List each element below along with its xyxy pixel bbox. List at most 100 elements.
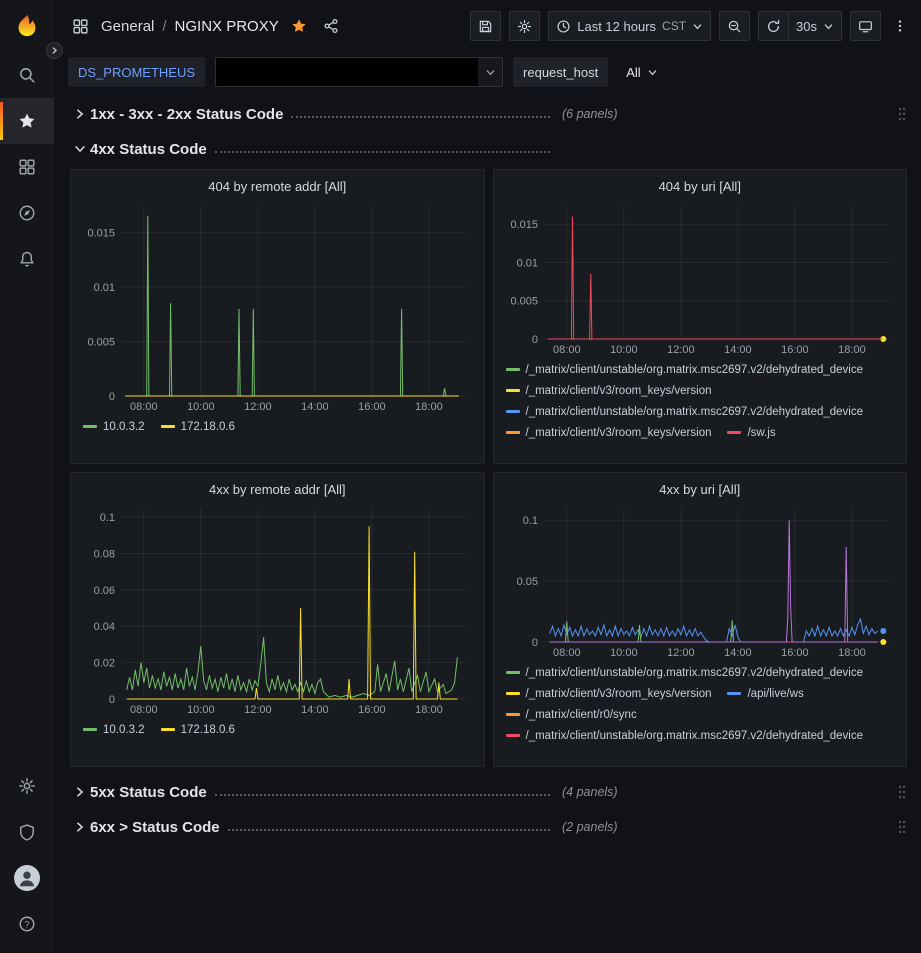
chevron-right-icon [50,46,59,55]
legend-color-swatch [506,368,520,371]
sidebar-item-explore[interactable] [0,190,54,236]
legend-item[interactable]: 10.0.3.2 [83,719,145,739]
grafana-logo[interactable] [0,0,54,52]
svg-text:0.01: 0.01 [516,257,537,269]
svg-text:0.05: 0.05 [516,576,537,588]
row-dotted-leader [215,151,550,153]
row-drag-handle-icon[interactable] [897,784,907,800]
shield-icon [18,823,36,841]
svg-text:10:00: 10:00 [610,647,638,659]
chart-legend: 10.0.3.2 172.18.0.6 [81,717,474,739]
refresh-button[interactable] [758,11,788,41]
chart-404-by-uri[interactable]: 00.0050.010.01508:0010:0012:0014:0016:00… [504,199,897,357]
legend-label: /_matrix/client/v3/room_keys/version [526,427,712,439]
legend-item[interactable]: /sw.js [727,422,775,441]
panel-title[interactable]: 404 by uri [All] [504,175,897,199]
legend-label: /_matrix/client/unstable/org.matrix.msc2… [526,730,864,742]
legend-color-swatch [506,410,520,413]
legend-item[interactable]: /_matrix/client/v3/room_keys/version [506,422,712,441]
legend-label: /_matrix/client/unstable/org.matrix.msc2… [526,667,864,679]
svg-text:?: ? [24,919,29,929]
gear-icon [517,19,532,34]
sidebar-expand-button[interactable] [46,42,63,59]
legend-item[interactable]: /_matrix/client/unstable/org.matrix.msc2… [506,401,864,422]
row-title: 1xx - 3xx - 2xx Status Code [90,106,283,123]
favorite-star-button[interactable] [287,14,311,38]
svg-text:10:00: 10:00 [187,704,215,716]
avatar [14,865,40,891]
svg-text:0.06: 0.06 [94,585,115,597]
panel-title[interactable]: 4xx by remote addr [All] [81,478,474,502]
legend-color-swatch [161,728,175,731]
legend-item[interactable]: /_matrix/client/v3/room_keys/version [506,380,712,401]
breadcrumb-section[interactable]: General [101,18,154,35]
legend-item[interactable]: 10.0.3.2 [83,416,145,436]
row-drag-handle-icon[interactable] [897,819,907,835]
svg-text:08:00: 08:00 [553,344,581,356]
row-header-5xx[interactable]: 5xx Status Code (4 panels) [70,777,907,807]
save-dashboard-button[interactable] [470,11,501,41]
legend-item[interactable]: 172.18.0.6 [161,416,235,436]
row-header-4xx[interactable]: 4xx Status Code [70,134,907,164]
sidebar-item-dashboards[interactable] [0,144,54,190]
legend-color-swatch [727,431,741,434]
legend-label: /_matrix/client/unstable/org.matrix.msc2… [526,364,864,376]
sidebar-item-search[interactable] [0,52,54,98]
chart-404-by-remote-addr[interactable]: 00.0050.010.01508:0010:0012:0014:0016:00… [81,199,474,414]
tv-mode-button[interactable] [850,11,881,41]
svg-text:08:00: 08:00 [130,401,158,413]
dashboard-settings-button[interactable] [509,11,540,41]
legend-color-swatch [506,431,520,434]
time-range-picker[interactable]: Last 12 hours CST [548,11,711,41]
question-circle-icon: ? [18,915,36,933]
monitor-icon [858,19,873,34]
legend-item[interactable]: /_matrix/client/unstable/org.matrix.msc2… [506,662,864,683]
sidebar-item-profile[interactable] [0,855,54,901]
svg-text:0.015: 0.015 [87,227,115,239]
sidebar-item-help[interactable]: ? [0,901,54,947]
datasource-variable-select[interactable] [215,57,503,87]
row-drag-handle-icon[interactable] [897,106,907,122]
svg-text:10:00: 10:00 [187,401,215,413]
share-button[interactable] [319,14,343,38]
row-dotted-leader [228,829,550,831]
compass-icon [18,204,36,222]
svg-text:18:00: 18:00 [415,401,443,413]
row-header-6xx[interactable]: 6xx > Status Code (2 panels) [70,812,907,842]
legend-item[interactable]: /_matrix/client/unstable/org.matrix.msc2… [506,725,864,744]
row-header-1xx-3xx-2xx[interactable]: 1xx - 3xx - 2xx Status Code (6 panels) [70,99,907,129]
row-title: 4xx Status Code [90,141,207,158]
zoom-out-button[interactable] [719,11,750,41]
legend-item[interactable]: 172.18.0.6 [161,719,235,739]
chart-4xx-by-remote-addr[interactable]: 00.020.040.060.080.108:0010:0012:0014:00… [81,502,474,717]
panel-title[interactable]: 404 by remote addr [All] [81,175,474,199]
legend-item[interactable]: /_matrix/client/v3/room_keys/version [506,683,712,704]
chevron-down-icon [70,143,90,155]
legend-item[interactable]: /_matrix/client/unstable/org.matrix.msc2… [506,359,864,380]
legend-item[interactable]: /api/live/ws [727,683,803,704]
legend-item[interactable]: /_matrix/client/r0/sync [506,704,637,725]
request-host-variable-label[interactable]: request_host [513,57,608,87]
row-title: 6xx > Status Code [90,819,220,836]
svg-text:12:00: 12:00 [244,704,272,716]
svg-text:14:00: 14:00 [724,647,752,659]
datasource-variable-label[interactable]: DS_PROMETHEUS [68,57,205,87]
more-options-button[interactable] [889,16,911,36]
sidebar-item-configuration[interactable] [0,763,54,809]
sidebar-item-alerting[interactable] [0,236,54,282]
sidebar-item-server-admin[interactable] [0,809,54,855]
request-host-variable-select[interactable]: All [618,57,665,87]
kebab-menu-icon [893,18,907,34]
dashboard-title[interactable]: NGINX PROXY [175,18,279,35]
svg-text:16:00: 16:00 [781,647,809,659]
legend-color-swatch [506,671,520,674]
request-host-variable-value: All [626,65,640,80]
chart-4xx-by-uri[interactable]: 00.050.108:0010:0012:0014:0016:0018:00 [504,502,897,660]
legend-label: /api/live/ws [747,688,803,700]
grafana-flame-icon [14,13,40,39]
chevron-right-icon [70,821,90,833]
refresh-interval-dropdown[interactable]: 30s [788,11,842,41]
legend-color-swatch [83,728,97,731]
sidebar-item-starred[interactable] [0,98,54,144]
panel-title[interactable]: 4xx by uri [All] [504,478,897,502]
